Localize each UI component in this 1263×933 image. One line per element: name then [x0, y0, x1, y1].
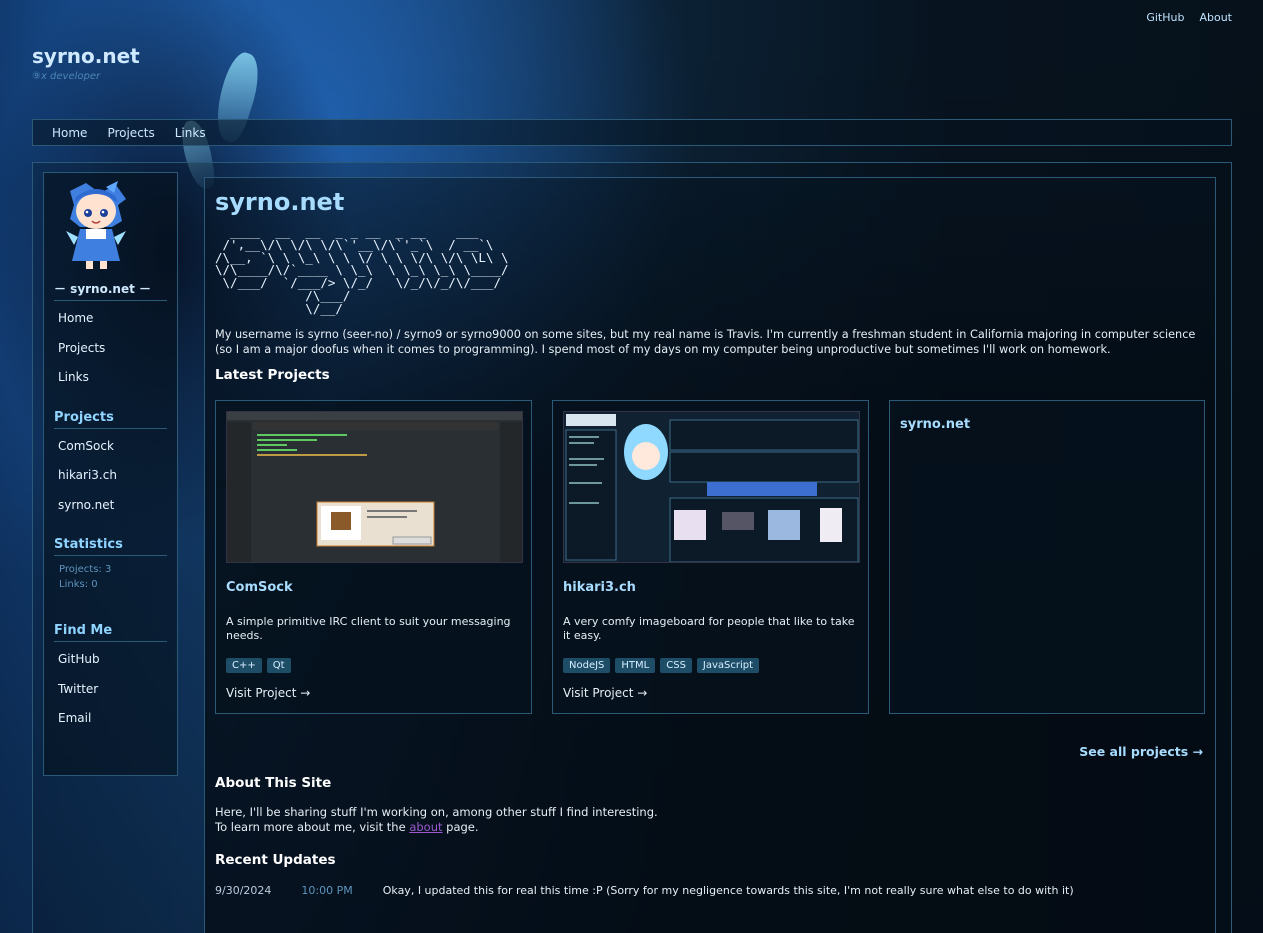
ascii-logo: ____ __ __ _ _ __ _ __ ___ /',__\/\ \/\ … — [215, 224, 509, 316]
update-text: Okay, I updated this for real this time … — [382, 883, 1074, 897]
visit-project-comsock-link[interactable]: Visit Project → — [226, 686, 521, 700]
card-tags-hikari3: NodeJS HTML CSS JavaScript — [563, 657, 858, 673]
sidebar-item-home[interactable]: Home — [54, 305, 167, 335]
latest-projects-heading: Latest Projects — [215, 366, 330, 383]
top-nav: GitHub About — [1146, 11, 1232, 24]
update-row: 9/30/2024 10:00 PM Okay, I updated this … — [215, 884, 1205, 897]
sidebar-findme-heading: Find Me — [54, 623, 167, 642]
site-subtitle: ⑨x developer — [32, 71, 101, 82]
sidebar-stats-heading: Statistics — [54, 537, 167, 556]
about-line-2: To learn more about me, visit the about … — [215, 820, 1205, 835]
main-nav: Home Projects Links — [32, 119, 1232, 146]
top-nav-about-link[interactable]: About — [1199, 11, 1232, 24]
about-line-2-post: page. — [442, 819, 479, 834]
main-content: syrno.net ____ __ __ _ _ __ _ __ ___ /',… — [204, 177, 1216, 933]
update-date: 9/30/2024 — [215, 883, 272, 897]
character-avatar-icon — [66, 181, 126, 269]
sidebar-item-github[interactable]: GitHub — [54, 646, 167, 676]
top-nav-github-link[interactable]: GitHub — [1146, 11, 1184, 24]
about-page-link[interactable]: about — [409, 820, 442, 834]
project-cards: ComSock A simple primitive IRC client to… — [215, 399, 1205, 714]
intro-text: My username is syrno (seer-no) / syrno9 … — [215, 327, 1196, 356]
card-tags-comsock: C++ Qt — [226, 657, 521, 673]
update-time: 10:00 PM — [301, 883, 353, 897]
tag-qt: Qt — [266, 657, 291, 673]
sidebar-projects: ComSock hikari3.ch syrno.net — [54, 433, 167, 522]
about-section: Here, I'll be sharing stuff I'm working … — [215, 805, 1205, 835]
sidebar-findme: GitHub Twitter Email — [54, 646, 167, 735]
project-card-hikari3: hikari3.ch A very comfy imageboard for p… — [552, 399, 869, 714]
card-desc-hikari3: A very comfy imageboard for people that … — [563, 614, 855, 642]
recent-updates-heading: Recent Updates — [215, 851, 336, 868]
sidebar-item-hikari3[interactable]: hikari3.ch — [54, 462, 167, 492]
sidebar-nav: Home Projects Links — [54, 305, 167, 394]
sidebar-item-links[interactable]: Links — [54, 364, 167, 394]
card-title-hikari3[interactable]: hikari3.ch — [563, 580, 858, 595]
tag-css: CSS — [660, 657, 692, 673]
tag-html: HTML — [615, 657, 656, 673]
visit-project-hikari3-link[interactable]: Visit Project → — [563, 686, 858, 700]
tag-nodejs: NodeJS — [563, 657, 611, 673]
card-desc-comsock: A simple primitive IRC client to suit yo… — [226, 614, 511, 642]
stat-projects: Projects: 3 — [59, 564, 112, 575]
card-title-comsock[interactable]: ComSock — [226, 580, 521, 595]
card-title-syrno[interactable]: syrno.net — [900, 417, 1194, 432]
site-title[interactable]: syrno.net — [32, 44, 140, 68]
sidebar-projects-heading: Projects — [54, 410, 167, 429]
comsock-preview-icon — [227, 411, 522, 562]
hikari3-preview-icon — [564, 411, 859, 562]
sidebar-stats: Projects: 3 Links: 0 — [54, 562, 167, 592]
main-nav-projects[interactable]: Projects — [107, 126, 154, 140]
sidebar-item-comsock[interactable]: ComSock — [54, 433, 167, 463]
sidebar: － syrno.net － Home Projects Links Projec… — [43, 172, 178, 776]
about-line-1: Here, I'll be sharing stuff I'm working … — [215, 804, 658, 819]
hikari3-screenshot[interactable] — [563, 410, 860, 563]
sidebar-item-twitter[interactable]: Twitter — [54, 676, 167, 706]
about-heading: About This Site — [215, 774, 332, 791]
main-nav-home[interactable]: Home — [52, 126, 87, 140]
comsock-screenshot[interactable] — [226, 410, 523, 563]
project-card-comsock: ComSock A simple primitive IRC client to… — [215, 399, 532, 714]
sidebar-item-email[interactable]: Email — [54, 705, 167, 735]
avatar — [56, 181, 138, 273]
stat-links: Links: 0 — [59, 579, 98, 590]
project-card-syrno: syrno.net — [889, 399, 1205, 714]
page-title: syrno.net — [215, 188, 345, 216]
about-line-2-pre: To learn more about me, visit the — [215, 819, 410, 834]
see-all-projects-link[interactable]: See all projects → — [215, 744, 1205, 759]
sidebar-brand: － syrno.net － — [54, 280, 167, 301]
tag-cpp: C++ — [226, 657, 262, 673]
sidebar-item-projects[interactable]: Projects — [54, 335, 167, 365]
main-nav-links[interactable]: Links — [175, 126, 206, 140]
tag-javascript: JavaScript — [696, 657, 760, 673]
sidebar-item-syrno[interactable]: syrno.net — [54, 492, 167, 522]
site-brand: syrno.net ⑨x developer — [32, 44, 140, 82]
